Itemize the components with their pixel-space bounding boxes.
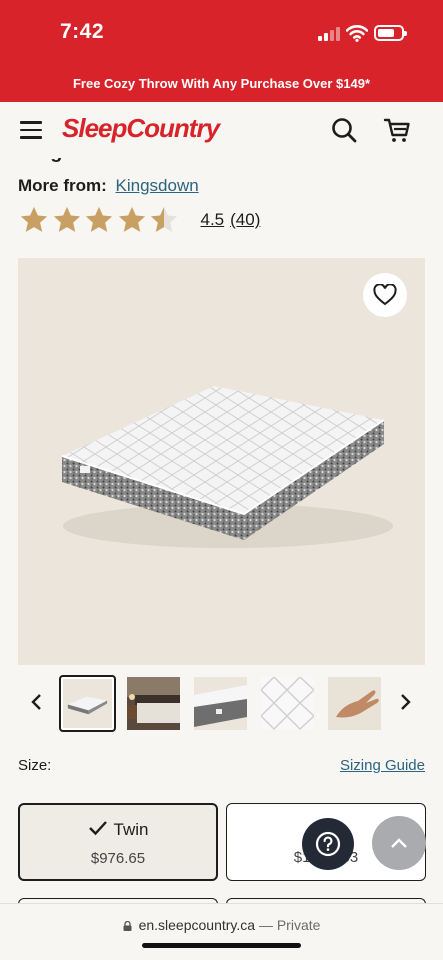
size-option-price: $976.65 [90, 850, 146, 867]
url-display[interactable]: en.sleepcountry.ca — Private [0, 917, 443, 933]
star-full-icon [118, 206, 145, 232]
sizing-guide-link[interactable]: Sizing Guide [340, 757, 425, 774]
thumbnail-1[interactable] [59, 675, 116, 732]
brand-link[interactable]: Kingsdown [116, 176, 199, 195]
size-option-name: Twin [20, 820, 216, 840]
promo-banner[interactable]: Free Cozy Throw With Any Purchase Over $… [0, 66, 443, 102]
review-count[interactable]: (40) [230, 210, 260, 230]
private-label: — Private [258, 917, 321, 933]
url-text: en.sleepcountry.ca [138, 917, 256, 933]
star-full-icon [85, 206, 113, 232]
rating-value[interactable]: 4.5 [201, 210, 225, 230]
carousel-prev-button[interactable] [21, 687, 51, 717]
chevron-up-icon [391, 838, 407, 848]
browser-url-bar[interactable]: en.sleepcountry.ca — Private [0, 903, 443, 960]
more-from: More from: Kingsdown [18, 176, 199, 196]
status-time: 7:42 [60, 20, 105, 43]
wifi-icon [346, 25, 368, 42]
star-half-icon [150, 206, 178, 232]
star-full-icon [53, 206, 80, 232]
heart-icon [373, 284, 397, 306]
thumbnail-4[interactable] [261, 677, 314, 730]
more-from-label: More from: [18, 176, 107, 195]
site-logo[interactable]: SleepCountry [62, 113, 220, 144]
back-to-top-button[interactable] [372, 816, 426, 870]
thumb-bedroom [127, 677, 180, 730]
home-indicator[interactable] [142, 943, 301, 948]
thumb-mattress-side [194, 677, 247, 730]
chevron-left-icon [31, 694, 41, 710]
thumbnail-5[interactable] [328, 677, 381, 730]
product-image[interactable] [18, 258, 425, 665]
chevron-right-icon [401, 694, 411, 710]
status-bar: 7:42 [0, 0, 443, 66]
battery-icon [374, 25, 407, 41]
thumb-quilt-closeup [261, 677, 314, 730]
lock-icon [123, 921, 132, 931]
thumb-hand-foam [328, 677, 381, 730]
menu-icon[interactable] [20, 121, 42, 139]
size-twin-label: Twin [113, 820, 149, 839]
thumbnail-3[interactable] [194, 677, 247, 730]
carousel-next-button[interactable] [391, 687, 421, 717]
size-label: Size: [18, 757, 52, 774]
checkmark-icon [88, 821, 107, 836]
site-header: SleepCountry [0, 102, 443, 158]
thumb-mattress-angle [63, 679, 112, 728]
cellular-signal-icon [318, 27, 340, 41]
favorite-button[interactable] [363, 273, 407, 317]
size-section-header: Size: Sizing Guide [18, 757, 425, 777]
thumbnail-carousel [0, 674, 443, 732]
rating-stars [18, 205, 181, 235]
mattress-image [61, 386, 393, 548]
size-option-twin[interactable]: Twin $976.65 [18, 803, 218, 881]
search-icon[interactable] [331, 117, 357, 143]
star-full-icon [20, 206, 48, 232]
question-icon [315, 831, 341, 857]
help-button[interactable] [302, 818, 354, 870]
cart-icon[interactable] [383, 116, 411, 144]
thumbnail-2[interactable] [127, 677, 180, 730]
product-rating[interactable]: 4.5 (40) [18, 203, 260, 237]
